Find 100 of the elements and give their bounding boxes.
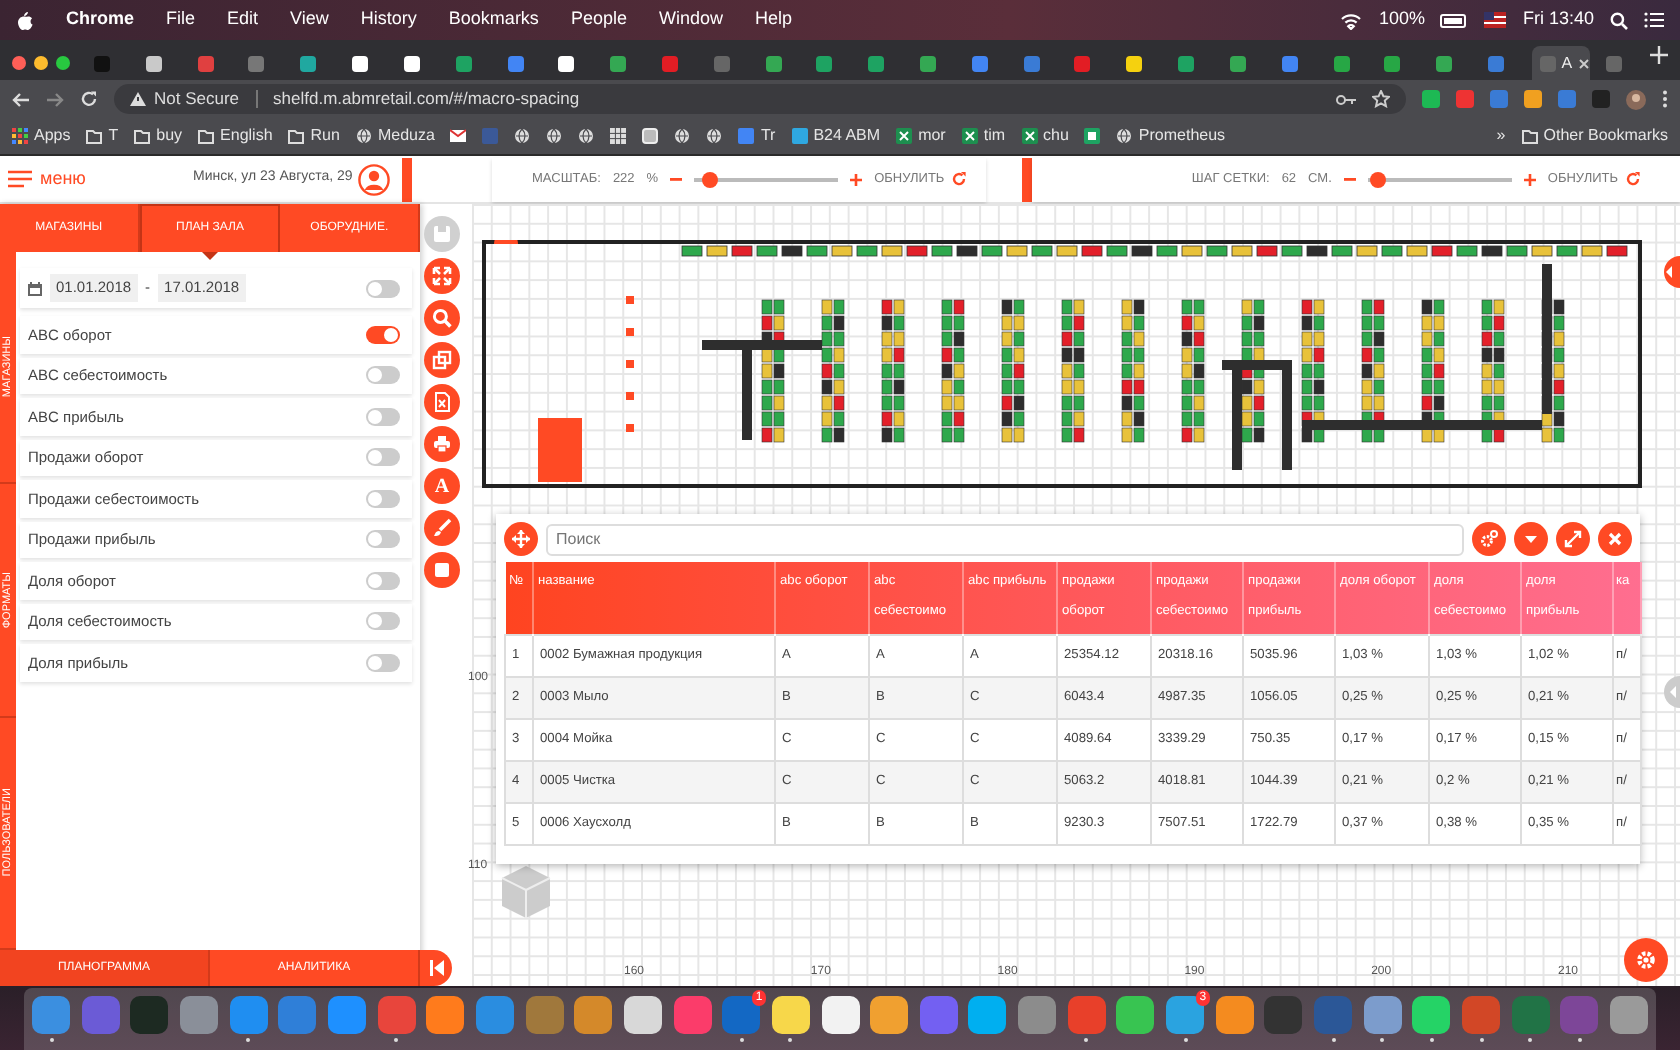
bookmark-item[interactable]: English [198,124,273,148]
close-button[interactable] [1598,522,1632,556]
menu-item[interactable]: View [290,6,329,34]
bookmark-item[interactable]: Other Bookmarks [1521,124,1668,148]
globe-icon[interactable] [706,128,723,144]
dock-app-icon[interactable] [1363,996,1402,1034]
dock-app-icon[interactable] [870,996,909,1034]
bookmark-item[interactable]: Meduza [355,124,435,148]
bookmark-item[interactable]: Apps [12,124,71,148]
dock-app-icon[interactable] [1412,996,1451,1034]
globe-icon[interactable] [546,128,563,144]
app-menu[interactable]: Chrome [66,6,135,34]
close-icon[interactable] [1578,57,1591,69]
list-icon[interactable] [1644,12,1664,28]
slider-thumb[interactable] [1370,171,1387,187]
menu-clock[interactable]: Fri 13:40 [1522,6,1594,34]
dock-app-icon[interactable] [771,996,810,1034]
dock-app-icon[interactable] [574,996,613,1034]
toggle-switch[interactable] [366,612,400,631]
menu-item[interactable]: File [166,6,196,34]
toggle-switch[interactable] [366,653,400,672]
toggle-switch[interactable] [366,279,400,297]
plus-icon[interactable] [850,173,863,185]
toggle-switch[interactable] [366,407,400,426]
toggle-switch[interactable] [366,530,400,549]
globe-icon[interactable] [578,128,595,144]
expand-button[interactable] [1556,522,1590,556]
more-icon[interactable] [1662,90,1668,108]
battery-icon[interactable] [1440,13,1469,27]
spreadsheet-icon [896,128,913,144]
globe-icon[interactable] [514,128,531,144]
dock-app-icon[interactable] [968,996,1007,1034]
spreadsheet-icon[interactable] [1084,128,1101,144]
dock-app-icon[interactable] [821,996,859,1034]
minimize-window-icon[interactable] [34,56,48,70]
menu-item[interactable]: Edit [227,6,259,34]
slider-thumb[interactable] [701,171,718,187]
bookmark-item[interactable]: Prometheus [1116,124,1226,148]
refresh-icon [952,172,967,186]
settings-button[interactable] [1472,522,1506,556]
address-bar[interactable]: Not Secure shelfd.m.abmretail.com/#/macro-spacing [114,84,1406,114]
bookmark-item[interactable]: B24 ABM [791,124,881,148]
square-button[interactable] [424,552,460,588]
star-icon[interactable] [1372,90,1390,108]
toggle-switch[interactable] [366,366,400,385]
forward-icon[interactable] [46,91,64,107]
minus-icon[interactable] [670,177,683,181]
toggle-switch[interactable] [366,489,400,508]
settings-button[interactable] [1624,938,1668,982]
menu-item[interactable]: Help [754,6,792,34]
new-tab-icon[interactable] [1649,46,1668,64]
key-icon[interactable] [1336,93,1356,105]
menu-item[interactable]: Window [658,6,723,34]
spreadsheet-file-button[interactable] [424,384,460,420]
bookmark-item[interactable]: Run [288,124,340,148]
brush-button[interactable] [424,510,460,546]
dock-app-icon[interactable] [1116,996,1155,1034]
search-icon[interactable] [1610,11,1628,29]
menu-item[interactable]: History [360,6,417,34]
wifi-icon[interactable] [1340,11,1363,29]
bookmark-item[interactable]: chu [1021,124,1069,148]
flag-icon[interactable] [1484,12,1507,28]
bookmark-item[interactable]: mor [896,124,946,148]
dock-app-icon[interactable] [1215,996,1254,1034]
copy-button[interactable] [424,342,460,378]
print-button[interactable] [424,426,460,462]
calendar-icon[interactable] [28,281,42,295]
menu-item[interactable]: People [570,6,627,34]
bookmark-item[interactable]: tim [961,124,1006,148]
maximize-window-icon[interactable] [56,56,70,70]
dock-app-icon[interactable] [623,996,662,1034]
search-button[interactable] [424,300,460,336]
dock-app-icon[interactable] [426,996,465,1034]
reload-icon[interactable] [80,90,98,108]
square-icon[interactable] [642,128,659,144]
bookmark-item[interactable]: Tr [738,124,776,148]
toggle-switch[interactable] [366,571,400,590]
plus-icon[interactable] [1523,173,1536,185]
mail-icon[interactable] [450,128,467,144]
toggle-switch[interactable] [366,325,400,344]
back-icon[interactable] [12,91,30,107]
bookmark-item[interactable]: buy [134,124,183,148]
bookmark-item[interactable]: T [86,124,119,148]
fit-screen-button[interactable] [424,258,460,294]
panel-toggle-icon[interactable] [1660,676,1680,708]
dock-app-icon[interactable] [1610,996,1648,1034]
toggle-switch[interactable] [366,448,400,467]
search-field[interactable]: Поиск [546,523,1464,555]
globe-icon[interactable] [674,128,691,144]
close-window-icon[interactable] [12,56,26,70]
profile-icon[interactable] [1626,89,1646,109]
collapse-icon[interactable] [429,960,443,976]
browser-tab[interactable]: A [1531,46,1591,80]
grid-icon[interactable] [610,128,627,144]
move-button[interactable] [504,522,538,556]
user-avatar-icon[interactable] [358,163,391,195]
dropdown-button[interactable] [1514,522,1548,556]
minus-icon[interactable] [1343,177,1356,181]
menu-item[interactable]: Bookmarks [448,6,539,34]
more-bookmarks-button[interactable]: » [1496,124,1506,148]
